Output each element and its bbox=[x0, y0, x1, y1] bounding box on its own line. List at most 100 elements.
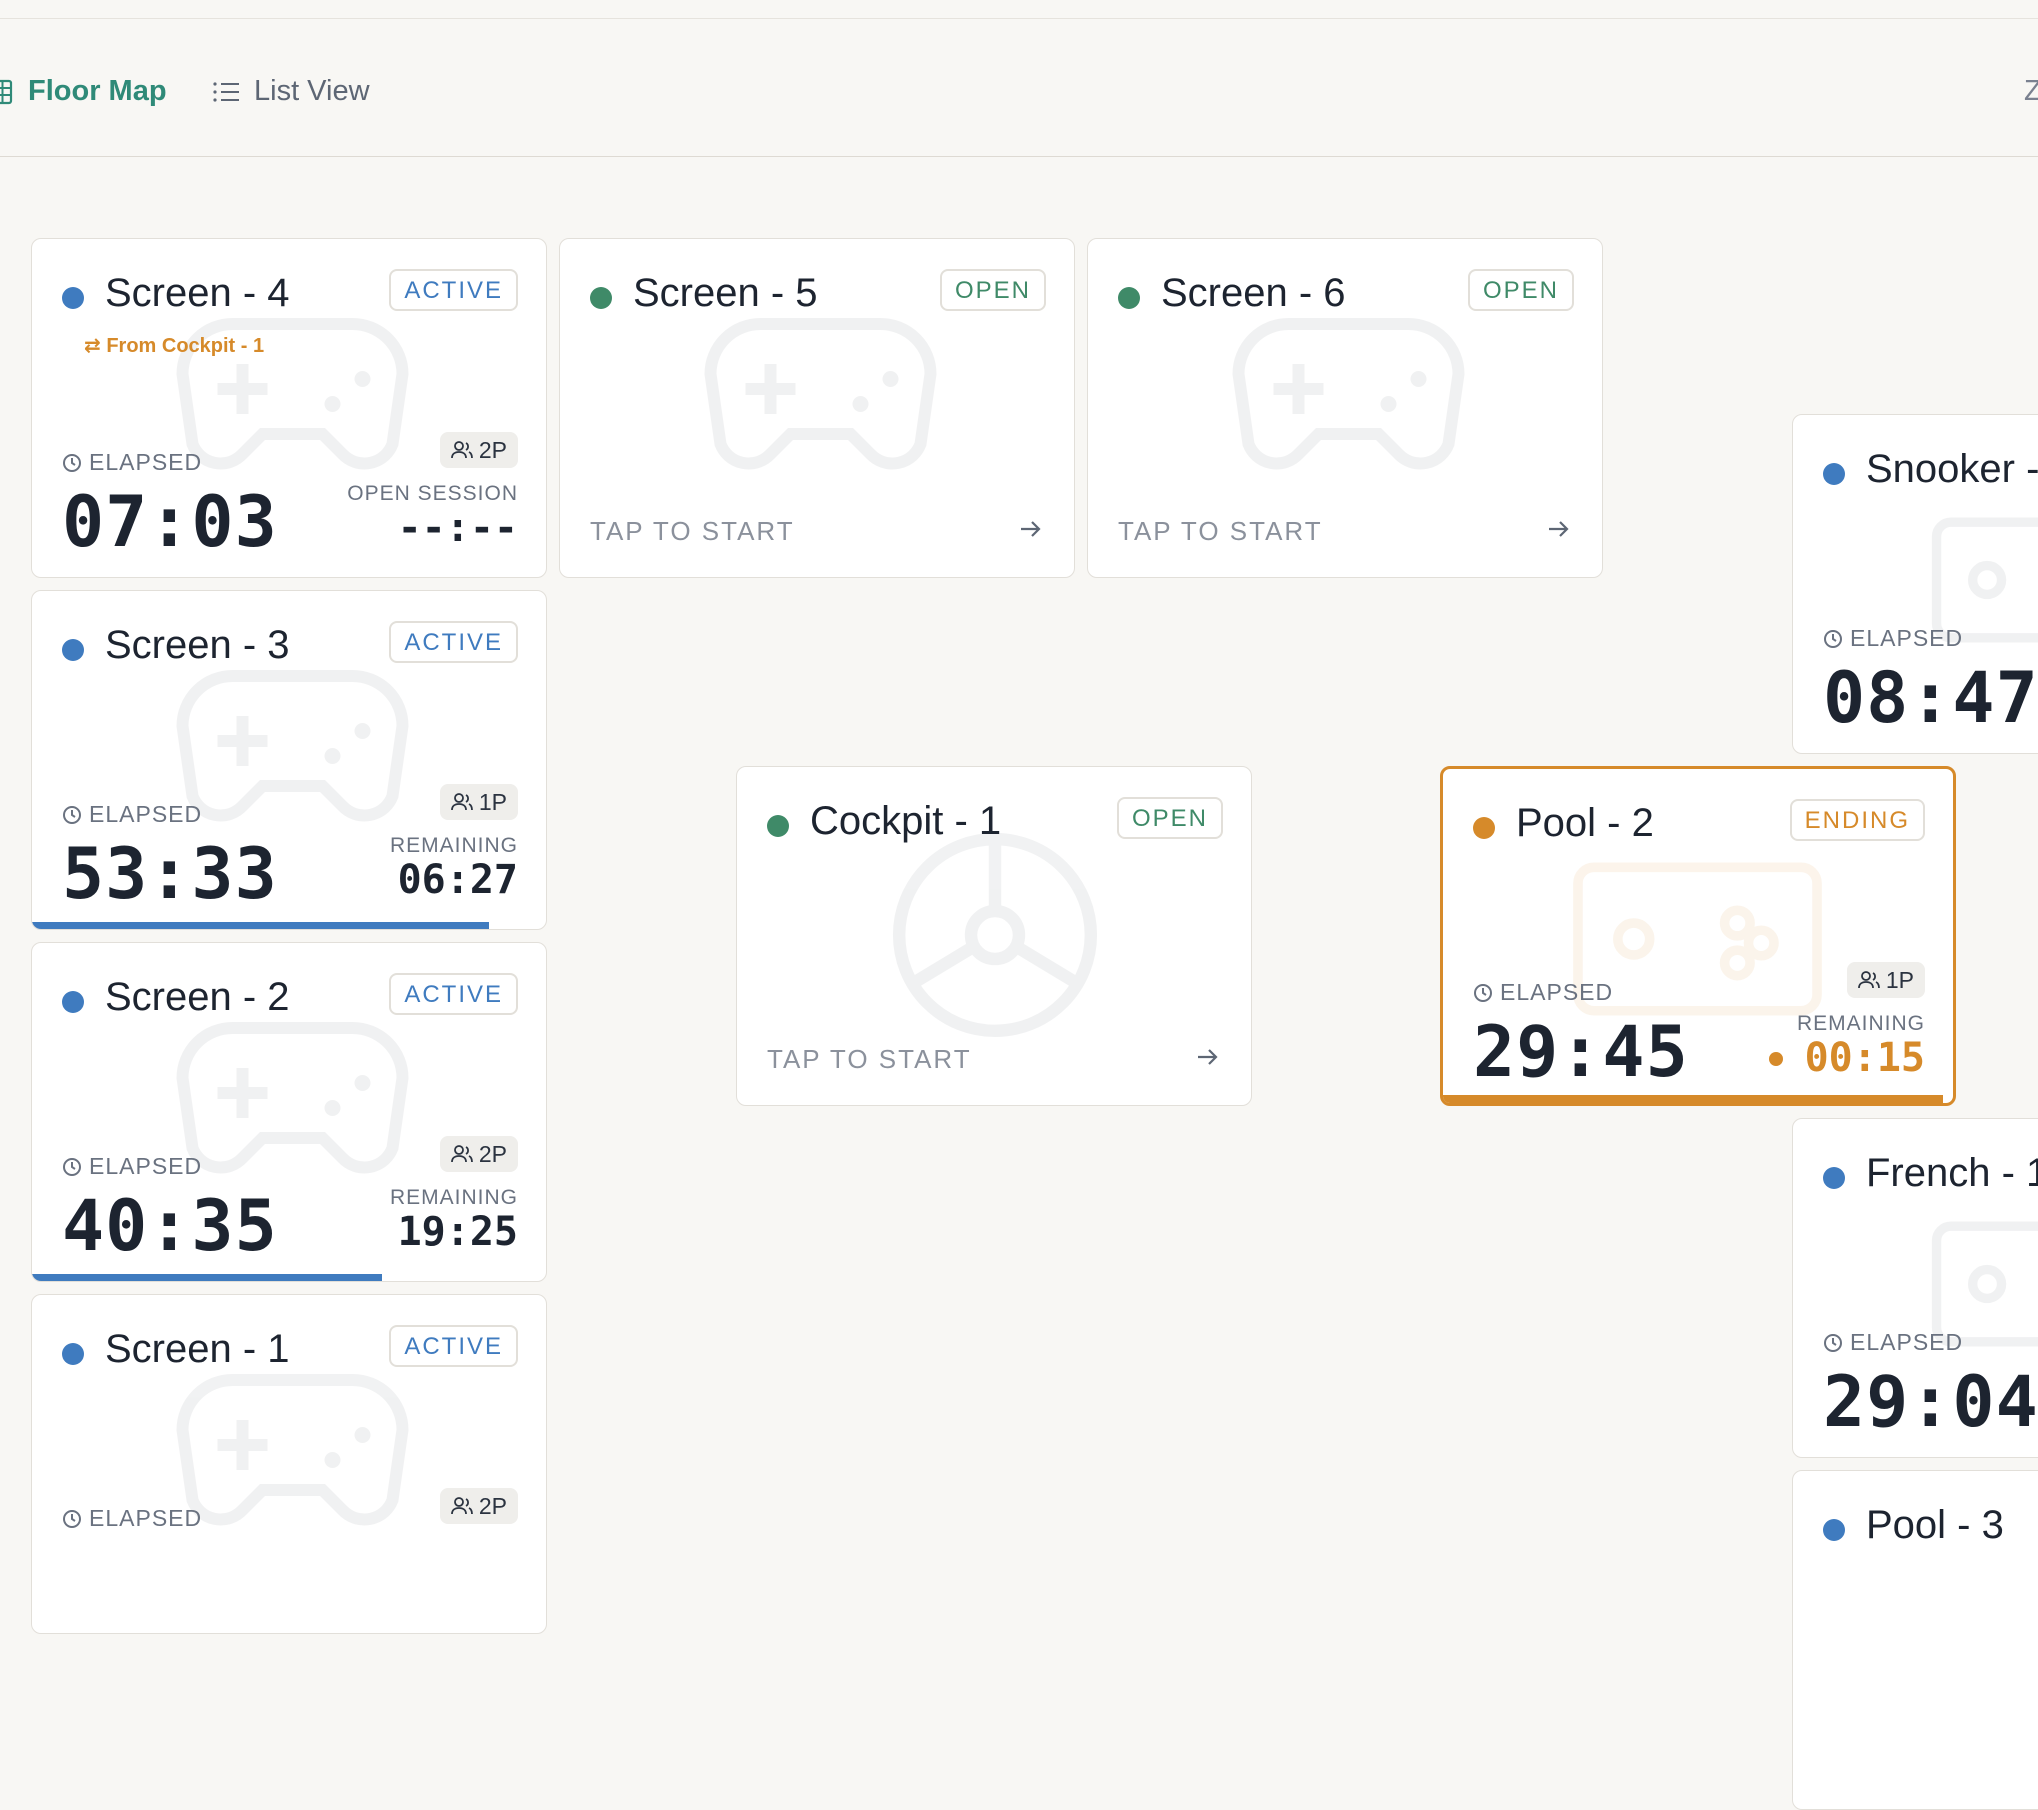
tap-to-start-label: TAP TO START bbox=[590, 516, 795, 546]
station-card-screen-4[interactable]: Screen - 4 ACTIVE ⇄ From Cockpit - 1 ELA… bbox=[31, 238, 547, 578]
status-badge: OPEN bbox=[1467, 269, 1574, 311]
remaining-time: 19:25 bbox=[397, 1209, 518, 1255]
clock-icon bbox=[63, 1509, 81, 1528]
station-card-pool-3[interactable]: Pool - 3 bbox=[1792, 1470, 2038, 1810]
station-title: Snooker - bbox=[1866, 447, 2038, 491]
elapsed-label: ELAPSED bbox=[1823, 1329, 1963, 1356]
station-card-screen-5[interactable]: Screen - 5 OPEN TAP TO START bbox=[559, 238, 1075, 578]
steering-wheel-icon bbox=[892, 832, 1098, 1038]
status-badge: OPEN bbox=[1116, 797, 1223, 839]
station-title: Screen - 2 bbox=[105, 975, 290, 1019]
elapsed-label: ELAPSED bbox=[62, 449, 202, 476]
status-dot bbox=[1118, 287, 1140, 309]
tab-floor-map-label: Floor Map bbox=[28, 75, 167, 107]
users-icon bbox=[450, 1145, 473, 1163]
status-dot bbox=[62, 639, 84, 661]
status-badge: ENDING bbox=[1789, 799, 1925, 841]
player-count: 1P bbox=[1846, 962, 1925, 998]
station-card-french[interactable]: French - 1 ELAPSED 29:04 bbox=[1792, 1118, 2038, 1458]
elapsed-time: 29:04 bbox=[1823, 1361, 2038, 1443]
clock-icon bbox=[1824, 629, 1842, 648]
users-icon bbox=[1857, 971, 1880, 989]
users-icon bbox=[450, 441, 473, 459]
status-dot bbox=[1823, 1519, 1845, 1541]
player-count: 2P bbox=[439, 432, 518, 468]
elapsed-label: ELAPSED bbox=[1473, 979, 1613, 1006]
elapsed-time: 08:47 bbox=[1823, 657, 2038, 739]
station-title: Pool - 2 bbox=[1516, 801, 1654, 845]
status-dot bbox=[62, 1343, 84, 1365]
session-progress-bar bbox=[32, 1274, 382, 1281]
remaining-time: --:-- bbox=[397, 505, 518, 551]
grid-icon bbox=[0, 79, 13, 104]
elapsed-label: ELAPSED bbox=[62, 1153, 202, 1180]
station-title: Screen - 6 bbox=[1161, 271, 1346, 315]
gamepad-icon bbox=[176, 1022, 409, 1174]
users-icon bbox=[450, 793, 473, 811]
station-title: French - 1 bbox=[1866, 1151, 2038, 1195]
station-title: Screen - 5 bbox=[633, 271, 818, 315]
status-dot bbox=[1823, 463, 1845, 485]
station-card-pool-2[interactable]: Pool - 2 ENDING ELAPSED 29:45 1P REMAINI… bbox=[1440, 766, 1956, 1106]
tab-floor-map[interactable]: Floor Map bbox=[0, 75, 167, 108]
status-badge: ACTIVE bbox=[389, 621, 518, 663]
elapsed-time: 40:35 bbox=[62, 1185, 278, 1267]
station-card-screen-2[interactable]: Screen - 2 ACTIVE ELAPSED 40:35 2P REMAI… bbox=[31, 942, 547, 1282]
warning-dot bbox=[1769, 1052, 1783, 1066]
tap-to-start-label: TAP TO START bbox=[767, 1044, 972, 1074]
status-badge: OPEN bbox=[939, 269, 1046, 311]
remaining-time: 00:15 bbox=[1804, 1035, 1925, 1081]
arrow-right-icon bbox=[1021, 521, 1041, 537]
elapsed-time: 29:45 bbox=[1473, 1011, 1689, 1093]
remaining-label: REMAINING bbox=[389, 834, 518, 857]
gamepad-icon bbox=[1232, 318, 1465, 470]
remaining-label: REMAINING bbox=[1796, 1012, 1925, 1035]
tab-list-view[interactable]: List View bbox=[212, 75, 370, 108]
status-badge: ACTIVE bbox=[389, 973, 518, 1015]
status-dot bbox=[767, 815, 789, 837]
station-title: Cockpit - 1 bbox=[810, 799, 1002, 843]
status-badge: ACTIVE bbox=[389, 1325, 518, 1367]
station-card-snooker[interactable]: Snooker - ELAPSED 08:47 bbox=[1792, 414, 2038, 754]
clock-icon bbox=[63, 805, 81, 824]
elapsed-time: 53:33 bbox=[62, 833, 278, 915]
clock-icon bbox=[1824, 1333, 1842, 1352]
status-dot bbox=[62, 991, 84, 1013]
station-title: Screen - 1 bbox=[105, 1327, 290, 1371]
arrow-right-icon bbox=[1198, 1049, 1218, 1065]
station-card-screen-3[interactable]: Screen - 3 ACTIVE ELAPSED 53:33 1P REMAI… bbox=[31, 590, 547, 930]
station-card-screen-1[interactable]: Screen - 1 ACTIVE ELAPSED 2P bbox=[31, 1294, 547, 1634]
session-progress-bar bbox=[32, 922, 490, 929]
elapsed-label: ELAPSED bbox=[1823, 625, 1963, 652]
player-count: 2P bbox=[439, 1488, 518, 1524]
station-card-cockpit-1[interactable]: Cockpit - 1 OPEN TAP TO START bbox=[736, 766, 1252, 1106]
station-card-screen-6[interactable]: Screen - 6 OPEN TAP TO START bbox=[1087, 238, 1603, 578]
status-dot bbox=[1473, 817, 1495, 839]
elapsed-time: 07:03 bbox=[62, 481, 278, 563]
station-title: Pool - 3 bbox=[1866, 1503, 2004, 1547]
clock-icon bbox=[63, 1157, 81, 1176]
elapsed-label: ELAPSED bbox=[62, 801, 202, 828]
clock-icon bbox=[63, 453, 81, 472]
toolbar-edge-control[interactable]: Z bbox=[2024, 75, 2038, 108]
tap-to-start-label: TAP TO START bbox=[1118, 516, 1323, 546]
gamepad-icon bbox=[176, 1374, 409, 1526]
status-dot bbox=[62, 287, 84, 309]
remaining-time: 06:27 bbox=[397, 857, 518, 903]
player-count: 2P bbox=[439, 1136, 518, 1172]
transfer-note: ⇄ From Cockpit - 1 bbox=[84, 335, 265, 357]
station-title: Screen - 4 bbox=[105, 271, 290, 315]
users-icon bbox=[450, 1497, 473, 1515]
list-icon bbox=[213, 81, 239, 102]
gamepad-icon bbox=[176, 670, 409, 822]
player-count: 1P bbox=[439, 784, 518, 820]
remaining-label: REMAINING bbox=[389, 1186, 518, 1209]
status-dot bbox=[1823, 1167, 1845, 1189]
remaining-label: OPEN SESSION bbox=[347, 482, 518, 505]
status-badge: ACTIVE bbox=[389, 269, 518, 311]
tab-list-view-label: List View bbox=[254, 75, 370, 107]
clock-icon bbox=[1474, 983, 1492, 1002]
session-progress-bar bbox=[1443, 1095, 1943, 1103]
station-title: Screen - 3 bbox=[105, 623, 290, 667]
gamepad-icon bbox=[704, 318, 937, 470]
